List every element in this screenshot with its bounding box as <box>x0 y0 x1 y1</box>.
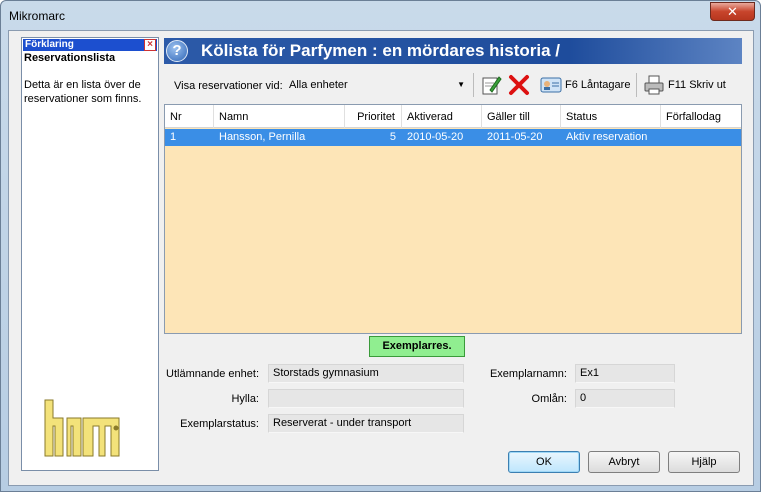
help-panel-text: Detta är en lista över de reservationer … <box>24 79 142 105</box>
help-panel-title: Reservationslista <box>24 52 116 64</box>
help-panel-close-icon[interactable]: × <box>144 39 156 51</box>
cell-status: Aktiv reservation <box>566 131 648 143</box>
hylla-label: Hylla: <box>231 393 259 405</box>
title-bar[interactable]: Mikromarc ✕ <box>1 1 760 31</box>
close-window-button[interactable]: ✕ <box>710 2 755 21</box>
borrower-card-icon[interactable] <box>540 74 562 96</box>
help-panel: Förklaring × Reservationslista Detta är … <box>21 37 159 471</box>
toolbar-separator <box>636 73 637 97</box>
column-header-aktiverad[interactable]: Aktiverad <box>402 105 482 128</box>
utlamnande-label: Utlämnande enhet: <box>166 368 259 380</box>
help-panel-header-label: Förklaring <box>25 39 74 50</box>
reservation-table[interactable]: Nr Namn Prioritet Aktiverad Gäller till … <box>164 104 742 334</box>
toolbar-separator <box>473 73 474 97</box>
hylla-field <box>268 389 464 408</box>
column-header-namn[interactable]: Namn <box>214 105 345 128</box>
table-row[interactable]: 1 Hansson, Pernilla 5 2010-05-20 2011-05… <box>165 129 741 146</box>
cell-aktiverad: 2010-05-20 <box>407 131 464 143</box>
column-header-galler-till[interactable]: Gäller till <box>482 105 561 128</box>
exemplarnamn-field: Ex1 <box>575 364 675 383</box>
cancel-button[interactable]: Avbryt <box>588 451 660 473</box>
unit-select-value: Alla enheter <box>289 79 348 91</box>
cell-prioritet: 5 <box>389 131 396 143</box>
column-header-status[interactable]: Status <box>561 105 661 128</box>
cell-galler-till: 2011-05-20 <box>487 131 543 143</box>
omlan-field: 0 <box>575 389 675 408</box>
cell-forfallodag <box>661 129 741 146</box>
table-header: Nr Namn Prioritet Aktiverad Gäller till … <box>165 105 741 128</box>
utlamnande-field: Storstads gymnasium <box>268 364 464 383</box>
printer-icon[interactable] <box>643 74 665 96</box>
unit-select[interactable]: Alla enheter ▼ <box>286 75 468 95</box>
dropdown-arrow-icon: ▼ <box>457 80 465 89</box>
omlan-label: Omlån: <box>531 393 567 405</box>
borrower-button[interactable]: F6 Låntagare <box>565 74 630 96</box>
dialog-client-area: Förklaring × Reservationslista Detta är … <box>8 30 754 486</box>
print-button[interactable]: F11 Skriv ut <box>668 74 726 96</box>
exemplar-reservation-badge: Exemplarres. <box>369 336 465 357</box>
ok-button[interactable]: OK <box>508 451 580 473</box>
page-header: ? Kölista för Parfymen : en mördares his… <box>164 38 742 64</box>
edit-icon[interactable] <box>480 74 502 96</box>
help-question-icon[interactable]: ? <box>166 40 188 62</box>
cell-nr: 1 <box>170 131 177 143</box>
exemplarstatus-field: Reserverat - under transport <box>268 414 464 433</box>
dialog-window: Mikromarc ✕ Förklaring × Reservationslis… <box>0 0 761 492</box>
page-title: Kölista för Parfymen : en mördares histo… <box>201 41 560 60</box>
column-header-nr[interactable]: Nr <box>165 105 214 128</box>
toolbar: Visa reservationer vid: Alla enheter ▼ F… <box>164 68 742 98</box>
mikromarc-logo-icon <box>44 399 120 457</box>
help-panel-header: Förklaring × <box>23 39 157 51</box>
cell-namn: Hansson, Pernilla <box>219 131 306 143</box>
column-header-forfallodag[interactable]: Förfallodag <box>661 105 741 128</box>
exemplarnamn-label: Exemplarnamn: <box>489 368 567 380</box>
show-reservations-label: Visa reservationer vid: <box>174 80 283 92</box>
column-header-prioritet[interactable]: Prioritet <box>345 105 402 128</box>
exemplarstatus-label: Exemplarstatus: <box>180 418 259 430</box>
window-title: Mikromarc <box>9 9 65 23</box>
help-button[interactable]: Hjälp <box>668 451 740 473</box>
delete-icon[interactable] <box>508 74 530 96</box>
